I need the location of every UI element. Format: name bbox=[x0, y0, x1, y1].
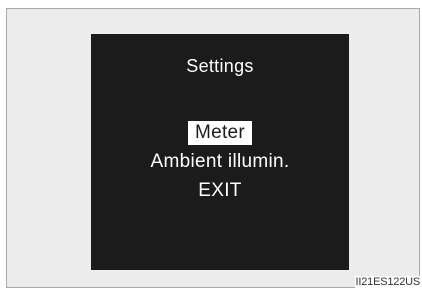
menu-item-exit[interactable]: EXIT bbox=[91, 176, 349, 205]
screen-title: Settings bbox=[186, 56, 254, 76]
menu-item-ambient-illumination[interactable]: Ambient illumin. bbox=[91, 147, 349, 176]
menu-item-meter[interactable]: Meter bbox=[91, 118, 349, 147]
settings-menu: Meter Ambient illumin. EXIT bbox=[91, 118, 349, 205]
figure-code: II21ES122US bbox=[354, 276, 421, 288]
menu-item-label: Ambient illumin. bbox=[150, 151, 290, 172]
menu-item-label: EXIT bbox=[198, 180, 242, 201]
menu-item-label: Meter bbox=[187, 121, 253, 145]
display-screen: Settings Meter Ambient illumin. EXIT bbox=[91, 34, 349, 270]
